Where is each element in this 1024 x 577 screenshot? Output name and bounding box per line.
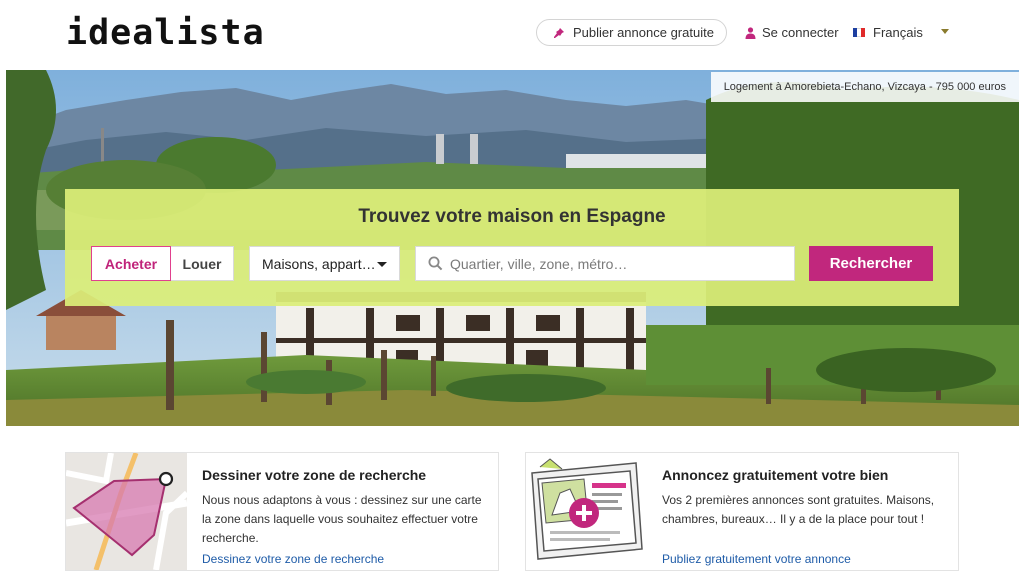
- flag-stripe: [861, 28, 865, 37]
- location-search-field[interactable]: [415, 246, 795, 281]
- publish-listing-button[interactable]: Publier annonce gratuite: [536, 19, 727, 46]
- dropdown-arrow-icon: [377, 262, 387, 267]
- rent-tab[interactable]: Louer: [171, 246, 234, 281]
- search-input[interactable]: [450, 255, 780, 272]
- language-selector[interactable]: Français: [853, 25, 923, 40]
- search-button[interactable]: Rechercher: [809, 246, 933, 281]
- listing-add-illustration[interactable]: [526, 453, 647, 570]
- property-type-select[interactable]: Maisons, appart…: [249, 246, 400, 281]
- draw-zone-card: Dessiner votre zone de recherche Nous no…: [65, 452, 499, 571]
- publish-card: Annoncez gratuitement votre bien Vos 2 p…: [525, 452, 959, 571]
- draw-zone-link[interactable]: Dessinez votre zone de recherche: [202, 552, 384, 566]
- map-draw-illustration[interactable]: [66, 453, 187, 570]
- publish-card-description: Vos 2 premières annonces sont gratuites.…: [662, 493, 935, 526]
- user-icon: [745, 26, 756, 39]
- login-link[interactable]: Se connecter: [745, 25, 839, 40]
- publish-listing-label: Publier annonce gratuite: [573, 25, 714, 40]
- search-panel: Trouvez votre maison en Espagne Acheter …: [65, 189, 959, 306]
- publish-card-title: Annoncez gratuitement votre bien: [662, 467, 889, 483]
- search-title: Trouvez votre maison en Espagne: [358, 206, 666, 227]
- draw-zone-description: Nous nous adaptons à vous : dessinez sur…: [202, 493, 482, 545]
- hero-caption[interactable]: Logement à Amorebieta-Echano, Vizcaya - …: [710, 72, 1019, 102]
- language-label: Français: [873, 25, 923, 40]
- chevron-down-icon[interactable]: [941, 29, 949, 34]
- search-icon: [428, 256, 443, 271]
- france-flag-icon: [853, 28, 865, 37]
- operation-toggle: Acheter Louer: [91, 246, 234, 281]
- buy-tab[interactable]: Acheter: [91, 246, 171, 281]
- login-label: Se connecter: [762, 25, 839, 40]
- property-type-value: Maisons, appart…: [262, 255, 376, 272]
- pin-icon: [554, 27, 564, 38]
- draw-zone-title: Dessiner votre zone de recherche: [202, 467, 427, 483]
- logo[interactable]: idealista: [66, 14, 265, 52]
- publish-card-link[interactable]: Publiez gratuitement votre annonce: [662, 552, 851, 566]
